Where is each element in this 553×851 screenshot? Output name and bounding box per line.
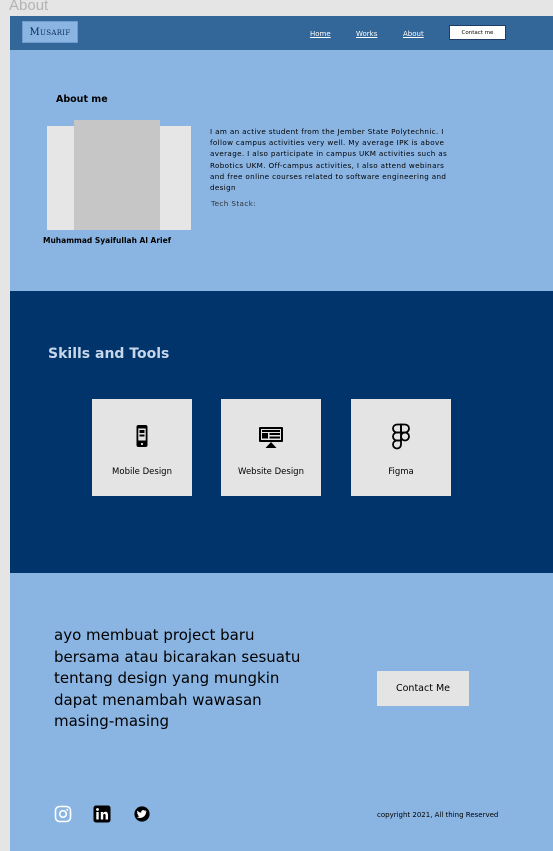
profile-photo bbox=[74, 120, 160, 230]
instagram-icon[interactable] bbox=[54, 805, 72, 823]
about-title: About me bbox=[56, 94, 108, 105]
mobile-phone-icon bbox=[136, 425, 148, 447]
skills-title: Skills and Tools bbox=[48, 346, 170, 362]
linkedin-icon[interactable] bbox=[93, 805, 111, 823]
profile-name: Muhammad Syaifullah Al Arief bbox=[43, 236, 171, 245]
navbar: Musarif Home Works About Contact me bbox=[10, 16, 553, 50]
desktop-monitor-icon bbox=[259, 427, 283, 448]
figma-icon bbox=[392, 423, 410, 450]
skill-card-figma[interactable]: Figma bbox=[351, 399, 451, 496]
nav-link-works[interactable]: Works bbox=[356, 30, 377, 38]
skills-section: Skills and Tools Mobile Design Website D… bbox=[10, 291, 553, 573]
nav-link-home[interactable]: Home bbox=[310, 30, 331, 38]
contact-me-button[interactable]: Contact me bbox=[449, 25, 506, 40]
page: Musarif Home Works About Contact me Abou… bbox=[10, 16, 553, 851]
skill-card-website[interactable]: Website Design bbox=[221, 399, 321, 496]
twitter-icon[interactable] bbox=[133, 805, 151, 823]
frame-label: About bbox=[9, 0, 49, 14]
tech-stack-label: Tech Stack: bbox=[211, 199, 257, 208]
skill-label: Website Design bbox=[238, 467, 304, 477]
cta-text: ayo membuat project baru bersama atau bi… bbox=[54, 626, 301, 731]
skill-card-mobile[interactable]: Mobile Design bbox=[92, 399, 192, 496]
skill-label: Figma bbox=[388, 467, 414, 477]
contact-cta-button[interactable]: Contact Me bbox=[377, 671, 469, 706]
about-bio: I am an active student from the Jember S… bbox=[210, 127, 448, 193]
skill-label: Mobile Design bbox=[112, 467, 172, 477]
logo[interactable]: Musarif bbox=[22, 21, 78, 43]
copyright: copyright 2021, All thing Reserved bbox=[377, 811, 499, 819]
nav-link-about[interactable]: About bbox=[403, 30, 424, 38]
